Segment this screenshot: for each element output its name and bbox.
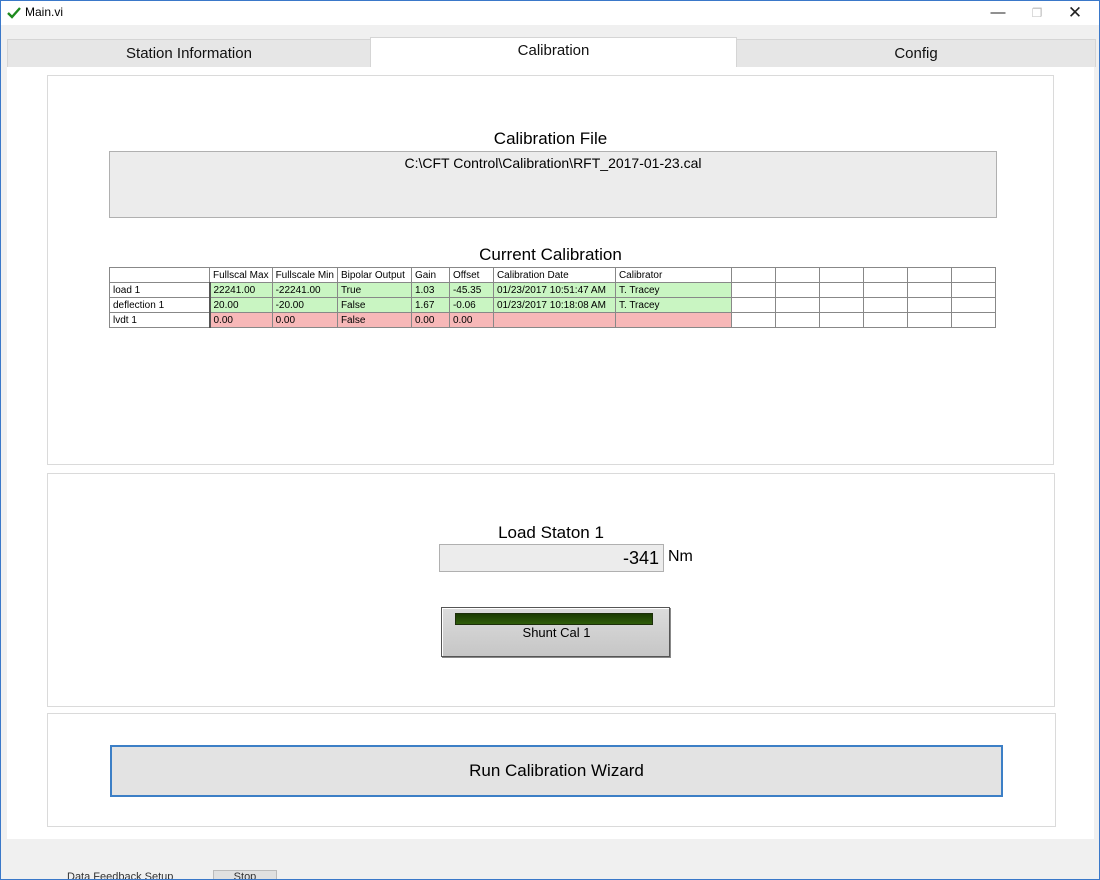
empty-cell [862, 312, 908, 328]
table-cell [614, 312, 732, 328]
load-station-panel: Load Staton 1 -341 Nm Shunt Cal 1 [47, 473, 1055, 707]
table-cell: 0.00 [410, 312, 450, 328]
shunt-cal-label: Shunt Cal 1 [522, 625, 591, 640]
empty-column-header [862, 267, 908, 283]
empty-cell [730, 312, 776, 328]
table-cell: -45.35 [448, 282, 494, 298]
run-calibration-wizard-button[interactable]: Run Calibration Wizard [110, 745, 1003, 797]
empty-cell [730, 282, 776, 298]
tab-station-information[interactable]: Station Information [7, 39, 371, 67]
empty-cell [818, 297, 864, 313]
empty-cell [906, 297, 952, 313]
table-header-row: Fullscal Max Fullscale Min Bipolar Outpu… [109, 267, 996, 283]
table-row[interactable]: deflection 1 20.00 -20.00 False 1.67 -0.… [109, 297, 996, 313]
empty-cell [862, 282, 908, 298]
table-cell: False [336, 312, 412, 328]
empty-column-header [730, 267, 776, 283]
row-name: deflection 1 [109, 297, 211, 313]
load-station-title: Load Staton 1 [498, 523, 604, 542]
table-cell: T. Tracey [614, 282, 732, 298]
table-cell: 0.00 [271, 312, 338, 328]
calibration-file-title: Calibration File [493, 129, 608, 148]
shunt-cal-button[interactable]: Shunt Cal 1 [441, 607, 670, 657]
table-cell: -22241.00 [271, 282, 338, 298]
column-header [109, 267, 210, 283]
empty-column-header [906, 267, 952, 283]
empty-cell [906, 312, 952, 328]
calibration-table[interactable]: Fullscal Max Fullscale Min Bipolar Outpu… [109, 267, 996, 328]
table-cell: 01/23/2017 10:51:47 AM [492, 282, 616, 298]
table-cell: -0.06 [448, 297, 494, 313]
empty-cell [818, 282, 864, 298]
window-title: Main.vi [25, 5, 64, 19]
empty-cell [774, 312, 820, 328]
tab-content: Calibration File C:\CFT Control\Calibrat… [7, 67, 1094, 839]
empty-column-header [818, 267, 864, 283]
table-row[interactable]: lvdt 1 0.00 0.00 False 0.00 0.00 [109, 312, 996, 328]
empty-cell [950, 312, 996, 328]
table-cell: 1.03 [410, 282, 450, 298]
current-calibration-title: Current Calibration [479, 245, 622, 264]
column-header: Fullscal Max [209, 267, 273, 283]
title-bar: Main.vi — ❐ ✕ [1, 1, 1099, 25]
table-cell: 0.00 [448, 312, 494, 328]
table-cell: 01/23/2017 10:18:08 AM [492, 297, 616, 313]
table-cell: 1.67 [410, 297, 450, 313]
data-feedback-setup-label: Data Feedback Setup [67, 871, 174, 880]
status-strip: Data Feedback Setup Stop [1, 839, 1099, 879]
empty-cell [774, 282, 820, 298]
empty-column-header [950, 267, 996, 283]
table-cell [492, 312, 616, 328]
row-name: load 1 [109, 282, 211, 298]
table-cell: -20.00 [271, 297, 338, 313]
main-window: Main.vi — ❐ ✕ Station Information Calibr… [0, 0, 1100, 880]
table-cell: T. Tracey [614, 297, 732, 313]
maximize-button[interactable]: ❐ [1020, 1, 1054, 25]
table-cell: True [336, 282, 412, 298]
table-row[interactable]: load 1 22241.00 -22241.00 True 1.03 -45.… [109, 282, 996, 298]
empty-cell [818, 312, 864, 328]
tab-calibration[interactable]: Calibration [370, 37, 737, 68]
close-button[interactable]: ✕ [1058, 1, 1092, 25]
table-cell: 22241.00 [209, 282, 273, 298]
table-cell: False [336, 297, 412, 313]
empty-cell [950, 297, 996, 313]
column-header: Gain [410, 267, 450, 283]
row-name: lvdt 1 [109, 312, 211, 328]
empty-cell [862, 297, 908, 313]
data-feedback-setup-control[interactable]: Stop [213, 870, 277, 879]
column-header: Offset [448, 267, 494, 283]
table-cell: 0.00 [209, 312, 273, 328]
tab-config[interactable]: Config [736, 39, 1096, 67]
load-unit-label: Nm [668, 548, 693, 565]
calibration-info-panel: Calibration File C:\CFT Control\Calibrat… [47, 75, 1054, 465]
empty-cell [950, 282, 996, 298]
empty-cell [730, 297, 776, 313]
column-header: Calibrator [614, 267, 732, 283]
checkmark-app-icon [7, 6, 21, 20]
column-header: Fullscale Min [271, 267, 338, 283]
empty-column-header [774, 267, 820, 283]
empty-cell [774, 297, 820, 313]
column-header: Bipolar Output [336, 267, 412, 283]
table-cell: 20.00 [209, 297, 273, 313]
minimize-button[interactable]: — [981, 1, 1015, 25]
empty-cell [906, 282, 952, 298]
shunt-led-indicator [455, 613, 653, 625]
wizard-panel: Run Calibration Wizard [47, 713, 1056, 827]
calibration-file-path: C:\CFT Control\Calibration\RFT_2017-01-2… [109, 151, 997, 218]
column-header: Calibration Date [492, 267, 616, 283]
load-value-indicator: -341 [439, 544, 664, 572]
tab-bar: Station Information Calibration Config [7, 37, 1096, 68]
